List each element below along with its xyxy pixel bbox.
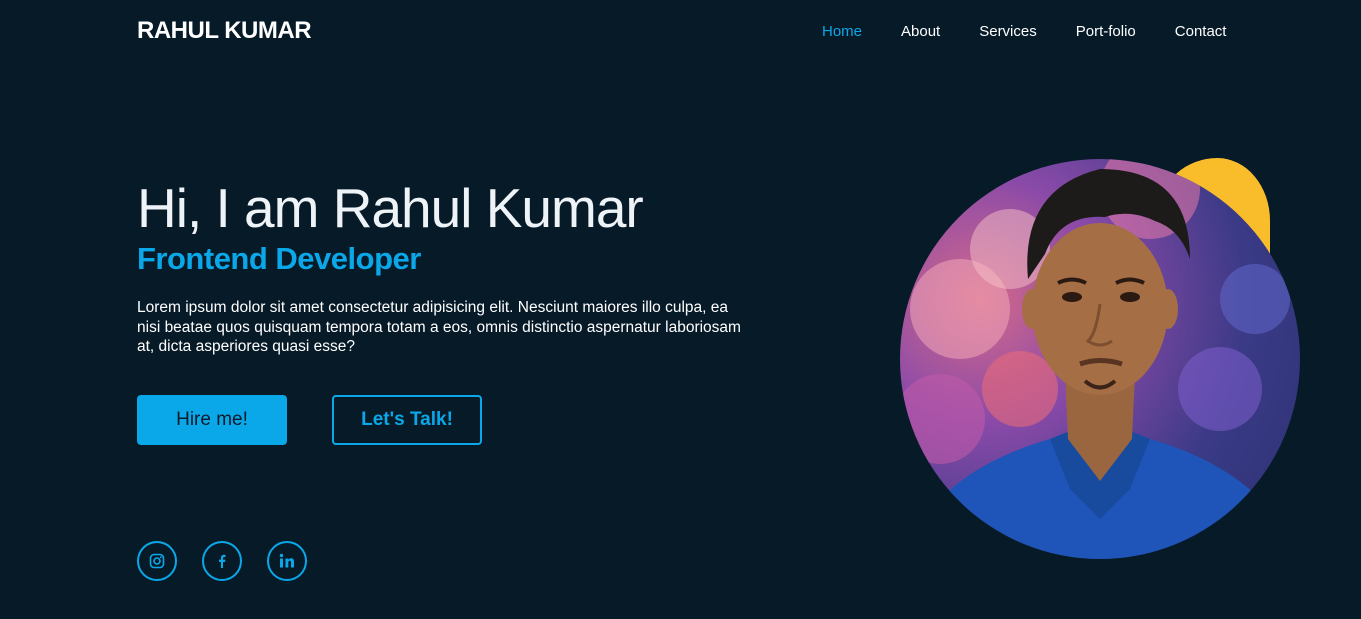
instagram-icon [149,553,165,569]
hero-subtitle: Frontend Developer [137,241,421,276]
hero-title: Hi, I am Rahul Kumar [137,177,644,239]
facebook-link[interactable] [202,541,242,581]
main-nav: Home About Services Port-folio Contact [822,22,1226,42]
linkedin-icon [279,553,294,568]
facebook-icon [219,554,226,568]
nav-contact[interactable]: Contact [1175,22,1227,42]
site-logo[interactable]: RAHUL KUMAR [137,17,312,45]
linkedin-link[interactable] [267,541,307,581]
instagram-link[interactable] [137,541,177,581]
nav-about[interactable]: About [901,22,940,42]
nav-services[interactable]: Services [979,22,1037,42]
hero-description: Lorem ipsum dolor sit amet consectetur a… [137,299,741,355]
page: RAHUL KUMAR Home About Services Port-fol… [0,0,1361,619]
profile-photo [900,159,1300,559]
lets-talk-button[interactable]: Let's Talk! [332,395,482,445]
nav-home[interactable]: Home [822,22,862,42]
hire-me-button[interactable]: Hire me! [137,395,287,445]
nav-portfolio[interactable]: Port-folio [1076,22,1136,42]
